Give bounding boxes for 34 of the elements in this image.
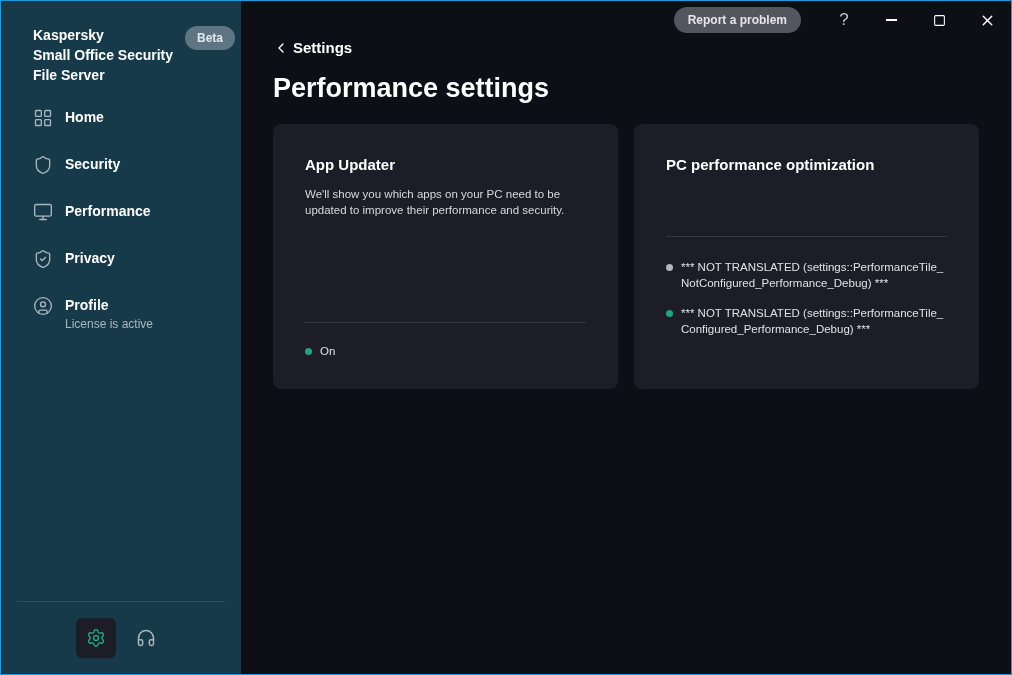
nav-subtitle: License is active	[65, 316, 154, 333]
report-problem-button[interactable]: Report a problem	[673, 7, 801, 33]
nav-label: Performance	[65, 202, 151, 221]
nav-item[interactable]: Privacy	[33, 248, 209, 269]
minimize-icon	[885, 19, 897, 21]
status-text: On	[320, 343, 336, 359]
help-button[interactable]: ?	[821, 7, 867, 33]
settings-card[interactable]: App Updater We'll show you which apps on your PC need to be updated to improve their performance and security. On	[273, 123, 618, 389]
card-title: PC performance optimization	[666, 154, 876, 175]
card-title: App Updater	[305, 154, 396, 175]
nav-label: Privacy	[65, 249, 115, 268]
page-title: Performance settings	[273, 71, 551, 105]
nav-item[interactable]: Performance	[33, 201, 209, 222]
monitor-icon	[33, 202, 53, 222]
back-link[interactable]: Settings	[273, 37, 353, 60]
nav-item[interactable]: Security	[33, 154, 209, 175]
beta-badge: Beta	[185, 26, 235, 50]
nav-label: Security	[65, 155, 121, 174]
grid-icon	[33, 108, 53, 128]
settings-icon	[86, 628, 106, 648]
product-name: Kaspersky Small Office Security File Server	[33, 26, 174, 85]
settings-button[interactable]	[76, 618, 116, 658]
card-description: We'll show you which apps on your PC need to be updated to improve their performance and security.	[305, 187, 566, 218]
shield-icon	[33, 155, 53, 175]
settings-card[interactable]: PC performance optimization *** NOT TRANSLATED (settings::PerformanceTile_NotConfigured_Performance_Debug) *** *** NOT TRANSLATED (settings::PerformanceTile_Configured_Performance_Debug) ***	[634, 123, 979, 389]
maximize-icon	[932, 13, 946, 27]
nav-label: Home	[65, 108, 104, 127]
person-circle-icon	[33, 296, 53, 316]
headset-icon	[136, 628, 156, 648]
status-text: *** NOT TRANSLATED (settings::PerformanceTile_Configured_Performance_Debug) ***	[681, 306, 945, 337]
nav-label: Profile	[65, 296, 110, 315]
status-text: *** NOT TRANSLATED (settings::PerformanceTile_NotConfigured_Performance_Debug) ***	[681, 260, 945, 291]
nav-item[interactable]: Home	[33, 107, 209, 128]
nav-item[interactable]: Profile License is active	[33, 295, 209, 333]
